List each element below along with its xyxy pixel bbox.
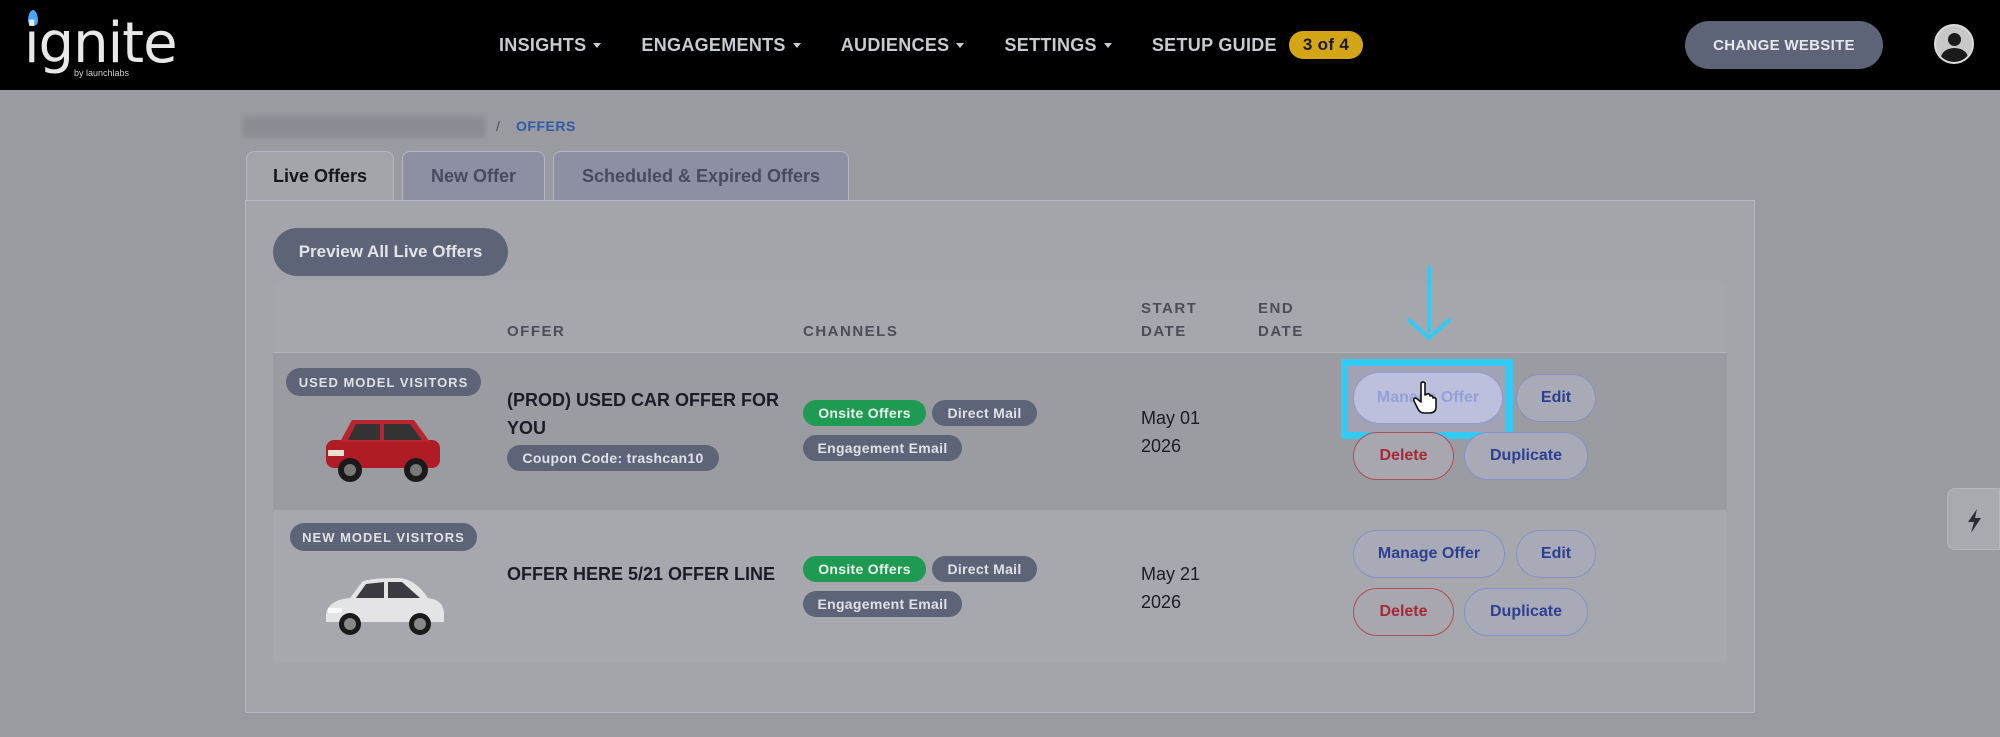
delete-button[interactable]: Delete bbox=[1353, 588, 1454, 636]
nav-insights-label: INSIGHTS bbox=[499, 34, 587, 55]
header-channels: CHANNELS bbox=[803, 323, 899, 340]
sedan-car-image bbox=[326, 578, 444, 635]
duplicate-button[interactable]: Duplicate bbox=[1464, 432, 1588, 480]
edit-button[interactable]: Edit bbox=[1516, 374, 1596, 422]
channel-chip-onsite: Onsite Offers bbox=[803, 556, 926, 582]
offer-title: (PROD) USED CAR OFFER FOR YOU bbox=[507, 390, 779, 438]
header-start-date-line1: START bbox=[1141, 300, 1198, 317]
nav-insights[interactable]: INSIGHTS bbox=[499, 34, 602, 56]
audience-badge: NEW MODEL VISITORS bbox=[290, 523, 477, 551]
nav-engagements-label: ENGAGEMENTS bbox=[641, 34, 786, 55]
logo-wordmark: ignite bbox=[24, 11, 178, 76]
offer-title: OFFER HERE 5/21 OFFER LINE bbox=[507, 564, 776, 584]
user-avatar-icon[interactable] bbox=[1934, 24, 1974, 64]
channel-chip-engagement-email: Engagement Email bbox=[803, 435, 962, 461]
start-date-line1: May 01 bbox=[1141, 408, 1201, 428]
tab-new-offer[interactable]: New Offer bbox=[402, 151, 545, 201]
table-row bbox=[273, 510, 1727, 663]
coupon-code-badge: Coupon Code: trashcan10 bbox=[507, 445, 719, 471]
arrow-down-head-icon bbox=[1407, 318, 1451, 340]
duplicate-button[interactable]: Duplicate bbox=[1464, 588, 1588, 636]
nav-settings[interactable]: SETTINGS bbox=[1004, 34, 1112, 56]
header-end-date-line1: END bbox=[1258, 300, 1295, 317]
audience-badge: USED MODEL VISITORS bbox=[286, 368, 481, 396]
header-offer: OFFER bbox=[507, 323, 566, 340]
caret-down-icon bbox=[956, 42, 965, 48]
header-start-date-line2: DATE bbox=[1141, 323, 1187, 340]
ignite-logo[interactable]: ignite by launchlabs bbox=[24, 10, 178, 80]
breadcrumb-separator: / bbox=[496, 118, 500, 134]
caret-down-icon bbox=[1103, 42, 1112, 48]
side-panel-toggle[interactable] bbox=[1947, 488, 2000, 550]
suv-car-image bbox=[326, 420, 440, 482]
header-end-date-line2: DATE bbox=[1258, 323, 1304, 340]
nav-audiences[interactable]: AUDIENCES bbox=[841, 35, 965, 56]
nav-engagements[interactable]: ENGAGEMENTS bbox=[641, 34, 801, 56]
start-date-line1: May 21 bbox=[1141, 564, 1201, 584]
channel-chip-onsite: Onsite Offers bbox=[803, 400, 926, 426]
caret-down-icon bbox=[792, 42, 801, 48]
nav-setup-guide[interactable]: SETUP GUIDE 3 of 4 bbox=[1151, 31, 1364, 59]
main-nav: INSIGHTS ENGAGEMENTS AUDIENCES SETTINGS … bbox=[499, 0, 1403, 90]
breadcrumb-current: OFFERS bbox=[516, 118, 576, 134]
start-date-line2: 2026 bbox=[1141, 436, 1182, 456]
start-date-line2: 2026 bbox=[1141, 592, 1182, 612]
delete-button[interactable]: Delete bbox=[1353, 432, 1454, 480]
top-navbar: ignite by launchlabs INSIGHTS ENGAGEMENT… bbox=[0, 0, 2000, 90]
nav-audiences-label: AUDIENCES bbox=[840, 34, 950, 55]
hand-pointer-icon bbox=[1412, 381, 1437, 414]
tab-live-offers[interactable]: Live Offers bbox=[246, 151, 394, 201]
lightning-icon bbox=[1968, 509, 1981, 533]
nav-settings-label: SETTINGS bbox=[1004, 34, 1097, 55]
setup-guide-label: SETUP GUIDE bbox=[1151, 34, 1277, 55]
channel-chip-engagement-email: Engagement Email bbox=[803, 591, 962, 617]
caret-down-icon bbox=[593, 42, 602, 48]
change-website-button[interactable]: CHANGE WEBSITE bbox=[1685, 21, 1883, 69]
edit-button[interactable]: Edit bbox=[1516, 530, 1596, 578]
tab-scheduled-expired-offers[interactable]: Scheduled & Expired Offers bbox=[553, 151, 849, 201]
channel-chip-direct-mail: Direct Mail bbox=[932, 556, 1037, 582]
preview-all-live-offers-button[interactable]: Preview All Live Offers bbox=[273, 228, 508, 276]
manage-offer-button[interactable]: Manage Offer bbox=[1353, 530, 1505, 578]
channel-chip-direct-mail: Direct Mail bbox=[932, 400, 1037, 426]
breadcrumb-site-name-redacted[interactable] bbox=[243, 116, 485, 138]
setup-progress-badge: 3 of 4 bbox=[1288, 31, 1364, 59]
logo-subtitle: by launchlabs bbox=[74, 68, 130, 78]
